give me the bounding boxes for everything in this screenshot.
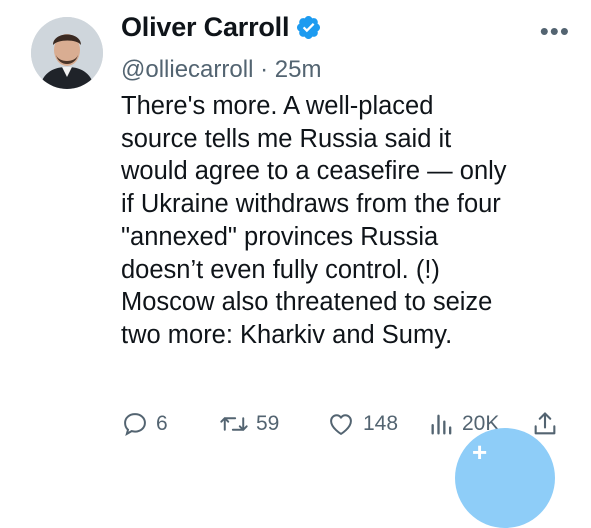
analytics-icon (429, 410, 455, 438)
author-name-row[interactable]: Oliver Carroll (121, 12, 322, 43)
repost-count: 59 (256, 412, 280, 435)
like-count: 148 (363, 412, 399, 435)
compose-fab-icon: + (472, 437, 488, 467)
more-options-icon[interactable]: ••• (540, 18, 570, 44)
author-name[interactable]: Oliver Carroll (121, 12, 289, 43)
heart-icon (326, 410, 356, 438)
share-icon (531, 410, 559, 438)
author-meta: @olliecarroll · 25m (121, 56, 321, 84)
verified-badge-icon[interactable] (295, 14, 322, 41)
author-handle[interactable]: @olliecarroll (121, 56, 253, 83)
reply-icon (121, 410, 149, 438)
reply-count: 6 (156, 412, 168, 435)
repost-button[interactable]: 59 (219, 410, 279, 438)
meta-separator: · (260, 56, 269, 83)
share-button[interactable] (531, 410, 559, 438)
reply-button[interactable]: 6 (121, 410, 168, 438)
tweet-text: There's more. A well-placed source tells… (121, 92, 507, 349)
repost-icon (219, 410, 249, 438)
compose-button[interactable] (455, 428, 555, 528)
post-timestamp[interactable]: 25m (275, 56, 322, 83)
avatar[interactable] (31, 17, 103, 89)
like-button[interactable]: 148 (326, 410, 398, 438)
